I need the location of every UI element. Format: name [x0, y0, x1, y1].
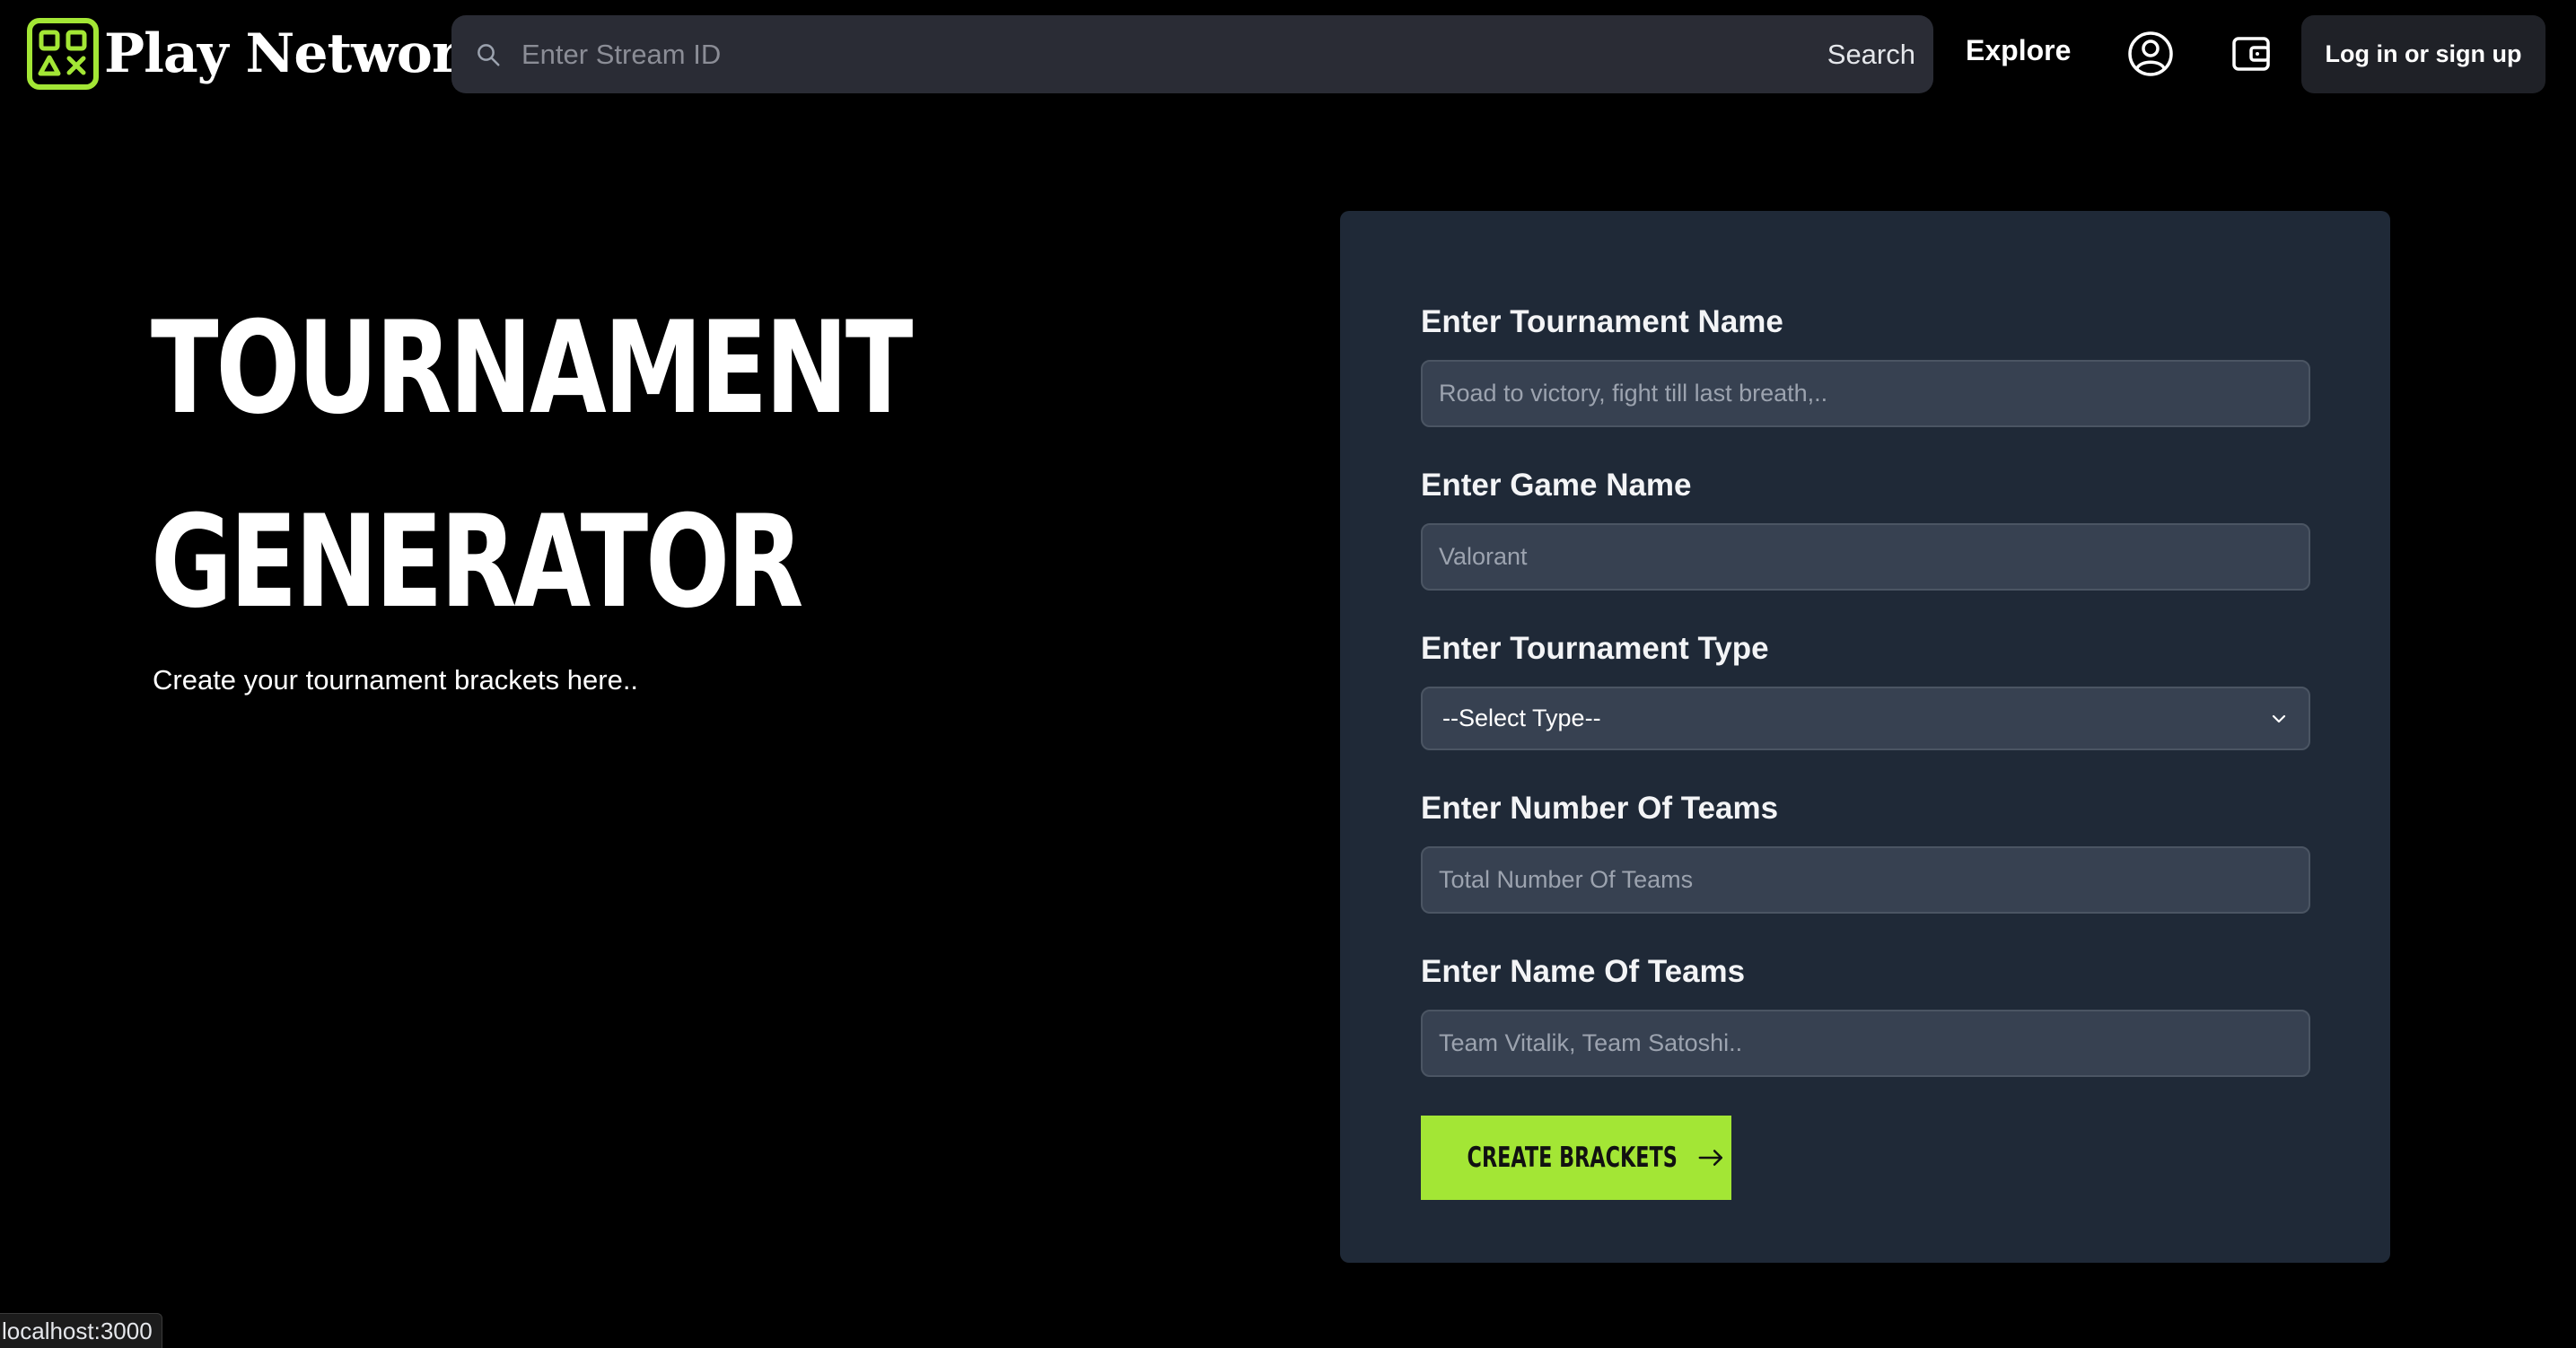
tournament-type-selected-value: --Select Type-- — [1442, 705, 1601, 731]
hero-title-line-1: TOURNAMENT — [151, 294, 913, 442]
profile-icon[interactable] — [2127, 31, 2174, 77]
number-of-teams-input[interactable] — [1421, 846, 2310, 914]
hero-subtitle: Create your tournament brackets here.. — [153, 664, 639, 696]
explore-link[interactable]: Explore — [1966, 34, 2071, 67]
create-brackets-label: CREATE BRACKETS — [1467, 1142, 1678, 1174]
logo-mark-icon — [27, 18, 99, 90]
create-brackets-button[interactable]: CREATE BRACKETS — [1421, 1116, 1731, 1200]
top-nav: Play Network Search Explore Log in or si… — [0, 0, 2576, 108]
game-name-label: Enter Game Name — [1421, 468, 1692, 503]
tournament-type-label: Enter Tournament Type — [1421, 631, 1769, 666]
tournament-name-input[interactable] — [1421, 360, 2310, 427]
hero-title-line-2: GENERATOR — [151, 488, 803, 636]
wallet-icon[interactable] — [2230, 32, 2273, 75]
tournament-name-label: Enter Tournament Name — [1421, 304, 1783, 339]
stream-id-input[interactable] — [520, 15, 1822, 93]
chevron-down-icon — [2272, 714, 2286, 722]
login-signup-button[interactable]: Log in or sign up — [2301, 15, 2545, 93]
team-names-input[interactable] — [1421, 1010, 2310, 1077]
brand-name: Play Network — [104, 22, 496, 85]
tournament-form-card: Enter Tournament Name Enter Game Name En… — [1340, 211, 2390, 1263]
search-button[interactable]: Search — [1822, 38, 1921, 72]
search-icon — [478, 43, 500, 66]
brand-logo[interactable]: Play Network — [27, 18, 496, 90]
team-names-label: Enter Name Of Teams — [1421, 954, 1746, 989]
game-name-input[interactable] — [1421, 523, 2310, 591]
arrow-right-icon — [1699, 1150, 1723, 1166]
tournament-type-select[interactable]: --Select Type-- — [1421, 687, 2310, 750]
stream-search-bar: Search — [451, 15, 1933, 93]
status-bar-url: localhost:3000 — [0, 1313, 162, 1348]
number-of-teams-label: Enter Number Of Teams — [1421, 791, 1779, 826]
